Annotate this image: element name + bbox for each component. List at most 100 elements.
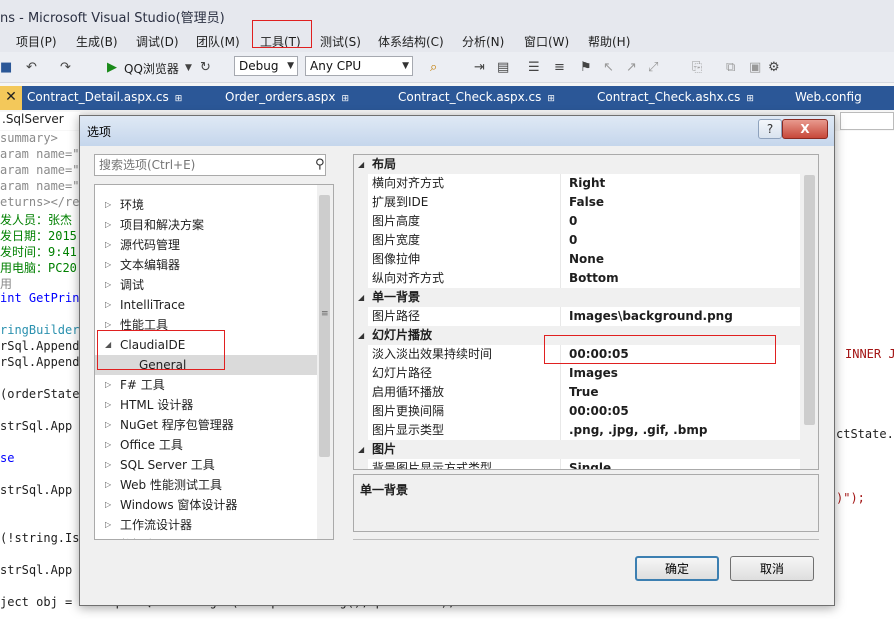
grid-property-row[interactable]: 图片路径 Images\background.png bbox=[354, 307, 800, 326]
property-value[interactable]: Images\background.png bbox=[569, 307, 733, 326]
save-all-icon[interactable]: ■ bbox=[0, 60, 12, 75]
menu-item[interactable]: 团队(M) bbox=[196, 33, 240, 50]
tree-item[interactable]: ▷ SQL Server 工具 bbox=[95, 455, 317, 475]
tree-item[interactable]: ▷ Web 性能测试工具 bbox=[95, 475, 317, 495]
expanded-arrow-icon[interactable]: ◢ bbox=[358, 326, 364, 345]
collapsed-arrow-icon[interactable]: ▷ bbox=[105, 375, 111, 395]
pin-icon[interactable]: ⊞ bbox=[342, 94, 350, 104]
collapsed-arrow-icon[interactable]: ▷ bbox=[105, 435, 111, 455]
property-value[interactable]: Right bbox=[569, 174, 605, 193]
collapsed-arrow-icon[interactable]: ▷ bbox=[105, 475, 111, 495]
menu-item[interactable]: 测试(S) bbox=[320, 33, 361, 50]
document-tab[interactable]: Order_orders.aspx ⊞ bbox=[225, 90, 349, 104]
tree-scroll-thumb[interactable] bbox=[319, 195, 330, 457]
redo-icon[interactable]: ↷ bbox=[60, 60, 71, 75]
grid-property-row[interactable]: 图像拉伸 None bbox=[354, 250, 800, 269]
comment-icon[interactable]: ☰ bbox=[528, 60, 540, 75]
menu-item[interactable]: 体系结构(C) bbox=[378, 33, 444, 50]
member-combo[interactable] bbox=[840, 112, 894, 130]
pin-icon[interactable]: ⊞ bbox=[746, 94, 754, 104]
config-select[interactable]: Debug ▼ bbox=[234, 56, 298, 76]
close-icon[interactable]: ✕ bbox=[0, 86, 22, 110]
grid-property-row[interactable]: 横向对齐方式 Right bbox=[354, 174, 800, 193]
property-value[interactable]: None bbox=[569, 250, 604, 269]
navigation-combo[interactable]: .SqlServer bbox=[0, 112, 80, 130]
property-value[interactable]: True bbox=[569, 383, 598, 402]
grid-category[interactable]: ◢ 图片 bbox=[354, 440, 800, 459]
tree-item[interactable]: ▷ HTML 设计器 bbox=[95, 395, 317, 415]
property-value[interactable]: 0 bbox=[569, 231, 577, 250]
menu-item[interactable]: 生成(B) bbox=[76, 33, 118, 50]
collapsed-arrow-icon[interactable]: ▷ bbox=[105, 195, 111, 215]
browser-label[interactable]: QQ浏览器 bbox=[124, 60, 179, 77]
tree-item[interactable]: ▷ NuGet 程序包管理器 bbox=[95, 415, 317, 435]
extension-icon[interactable]: ⚙ bbox=[768, 60, 780, 75]
document-tab[interactable]: Contract_Detail.aspx.cs ⊞ bbox=[27, 90, 182, 104]
grid-property-row[interactable]: 幻灯片路径 Images bbox=[354, 364, 800, 383]
document-tab[interactable]: Contract_Check.ashx.cs ⊞ bbox=[597, 90, 754, 104]
tree-item[interactable]: ▷ 项目和解决方案 bbox=[95, 215, 317, 235]
document-tab[interactable]: Web.config bbox=[795, 90, 862, 104]
layout-icon[interactable]: ⧉ bbox=[726, 60, 735, 75]
grid-scroll-thumb[interactable] bbox=[804, 175, 815, 425]
grid-property-row[interactable]: 扩展到IDE False bbox=[354, 193, 800, 212]
grid-property-row[interactable]: 图片高度 0 bbox=[354, 212, 800, 231]
grid-property-row[interactable]: 图片显示类型 .png, .jpg, .gif, .bmp bbox=[354, 421, 800, 440]
next-bookmark-icon[interactable]: ↗ bbox=[626, 60, 637, 75]
cancel-button[interactable]: 取消 bbox=[730, 556, 814, 581]
refresh-icon[interactable]: ↻ bbox=[200, 60, 211, 75]
collapsed-arrow-icon[interactable]: ▷ bbox=[105, 495, 111, 515]
collapsed-arrow-icon[interactable]: ▷ bbox=[105, 235, 111, 255]
ok-button[interactable]: 确定 bbox=[635, 556, 719, 581]
tree-scrollbar[interactable]: ≡ bbox=[317, 185, 333, 539]
property-value[interactable]: .png, .jpg, .gif, .bmp bbox=[569, 421, 707, 440]
tree-item[interactable]: ▷ 文本编辑器 bbox=[95, 255, 317, 275]
collapsed-arrow-icon[interactable]: ▷ bbox=[105, 215, 111, 235]
expanded-arrow-icon[interactable]: ◢ bbox=[358, 440, 364, 459]
tree-item[interactable]: ▷ 源代码管理 bbox=[95, 235, 317, 255]
grid-category[interactable]: ◢ 单一背景 bbox=[354, 288, 800, 307]
clear-bookmark-icon[interactable]: ⤢ bbox=[648, 60, 658, 75]
tree-item[interactable]: ▷ 数据库工具 bbox=[95, 535, 317, 539]
tree-item[interactable]: ▷ Windows 窗体设计器 bbox=[95, 495, 317, 515]
uncomment-icon[interactable]: ≡ bbox=[554, 60, 565, 75]
step-icon[interactable]: ⇥ bbox=[474, 60, 485, 75]
tree-item[interactable]: ▷ 调试 bbox=[95, 275, 317, 295]
collapsed-arrow-icon[interactable]: ▷ bbox=[105, 535, 111, 539]
collapsed-arrow-icon[interactable]: ▷ bbox=[105, 295, 111, 315]
prev-bookmark-icon[interactable]: ↖ bbox=[603, 60, 614, 75]
grid-property-row[interactable]: 纵向对齐方式 Bottom bbox=[354, 269, 800, 288]
undo-icon[interactable]: ↶ bbox=[26, 60, 37, 75]
tree-item[interactable]: ▷ 环境 bbox=[95, 195, 317, 215]
menu-item[interactable]: 帮助(H) bbox=[588, 33, 630, 50]
collapsed-arrow-icon[interactable]: ▷ bbox=[105, 255, 111, 275]
collapsed-arrow-icon[interactable]: ▷ bbox=[105, 515, 111, 535]
close-button[interactable]: X bbox=[782, 119, 828, 139]
grid-property-row[interactable]: 图片更换间隔 00:00:05 bbox=[354, 402, 800, 421]
collapsed-arrow-icon[interactable]: ▷ bbox=[105, 395, 111, 415]
menu-item[interactable]: 窗口(W) bbox=[524, 33, 569, 50]
expanded-arrow-icon[interactable]: ◢ bbox=[358, 288, 364, 307]
format-icon[interactable]: ▤ bbox=[497, 60, 509, 75]
tree-item[interactable]: ▷ IntelliTrace bbox=[95, 295, 317, 315]
property-value[interactable]: 00:00:05 bbox=[569, 402, 629, 421]
collapsed-arrow-icon[interactable]: ▷ bbox=[105, 415, 111, 435]
attach-icon[interactable]: ⎘ bbox=[692, 60, 702, 75]
menu-item[interactable]: 分析(N) bbox=[462, 33, 504, 50]
property-value[interactable]: Bottom bbox=[569, 269, 619, 288]
property-value[interactable]: 0 bbox=[569, 212, 577, 231]
help-button[interactable]: ? bbox=[758, 119, 782, 139]
collapsed-arrow-icon[interactable]: ▷ bbox=[105, 455, 111, 475]
tree-splitter-icon[interactable]: ≡ bbox=[321, 309, 329, 319]
document-tab[interactable]: Contract_Check.aspx.cs ⊞ bbox=[398, 90, 555, 104]
property-value[interactable]: Single bbox=[569, 459, 611, 469]
search-input[interactable] bbox=[95, 155, 315, 175]
grid-property-row[interactable]: 启用循环播放 True bbox=[354, 383, 800, 402]
bookmark-icon[interactable]: ⚑ bbox=[580, 60, 592, 75]
property-value[interactable]: Images bbox=[569, 364, 618, 383]
property-value[interactable]: False bbox=[569, 193, 604, 212]
menu-item[interactable]: 调试(D) bbox=[136, 33, 179, 50]
find-icon[interactable]: ⌕ bbox=[430, 60, 437, 75]
collapsed-arrow-icon[interactable]: ▷ bbox=[105, 275, 111, 295]
tree-item[interactable]: ▷ Office 工具 bbox=[95, 435, 317, 455]
